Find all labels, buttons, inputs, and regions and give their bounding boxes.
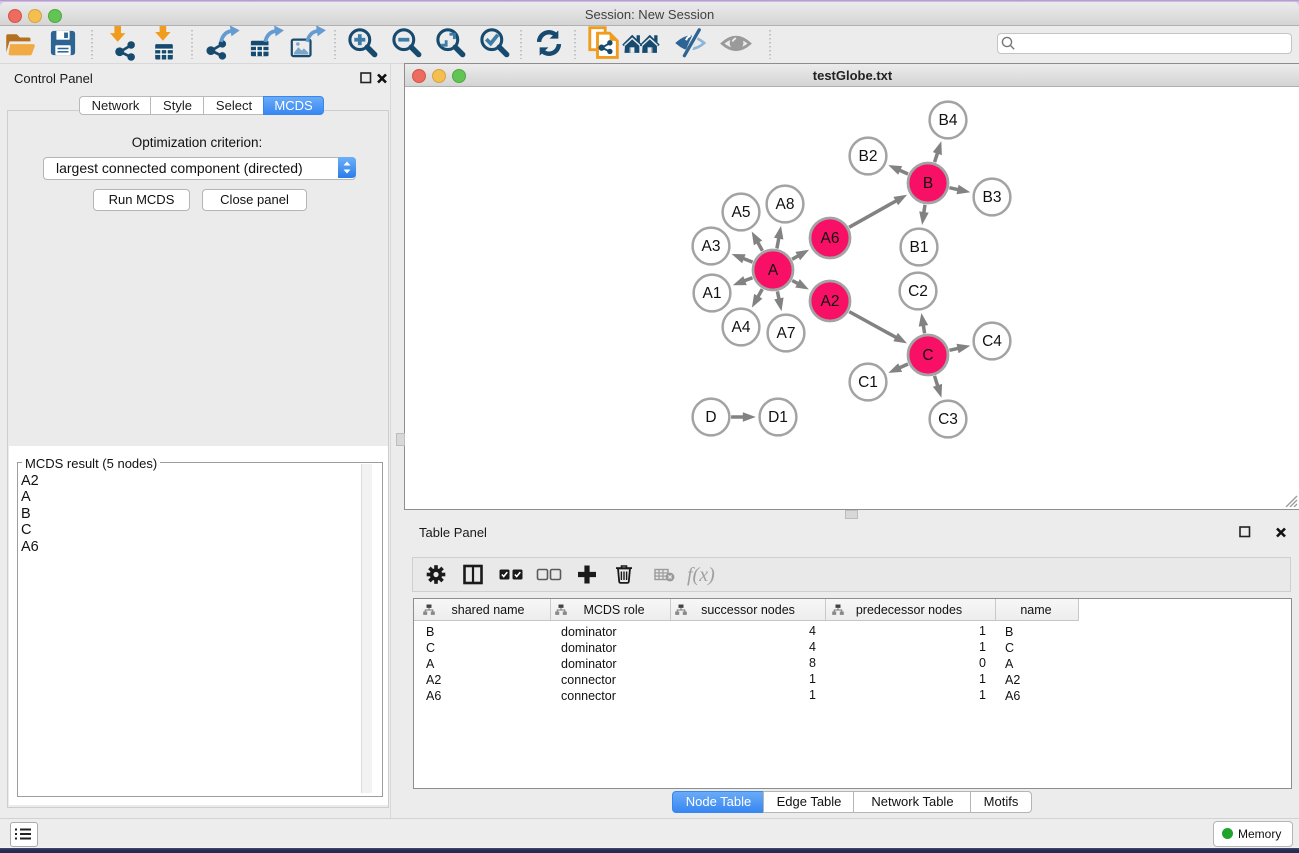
svg-text:f(x): f(x) <box>687 564 715 586</box>
svg-text:D: D <box>705 409 716 426</box>
svg-text:A4: A4 <box>732 319 751 336</box>
svg-text:A1: A1 <box>703 285 722 302</box>
svg-text:B: B <box>923 175 933 192</box>
svg-text:B3: B3 <box>983 189 1002 206</box>
svg-text:C4: C4 <box>982 333 1002 350</box>
svg-text:D1: D1 <box>768 409 788 426</box>
svg-text:A5: A5 <box>732 204 751 221</box>
svg-text:C2: C2 <box>908 283 928 300</box>
svg-text:A: A <box>768 262 779 279</box>
svg-text:C1: C1 <box>858 374 878 391</box>
svg-text:B4: B4 <box>939 112 958 129</box>
svg-text:A3: A3 <box>702 238 721 255</box>
svg-text:B1: B1 <box>910 239 929 256</box>
svg-text:C: C <box>922 347 933 364</box>
svg-text:C3: C3 <box>938 411 958 428</box>
svg-text:A7: A7 <box>777 325 796 342</box>
svg-text:B2: B2 <box>859 148 878 165</box>
svg-text:A8: A8 <box>776 196 795 213</box>
svg-text:A6: A6 <box>821 230 840 247</box>
svg-text:A2: A2 <box>821 293 840 310</box>
